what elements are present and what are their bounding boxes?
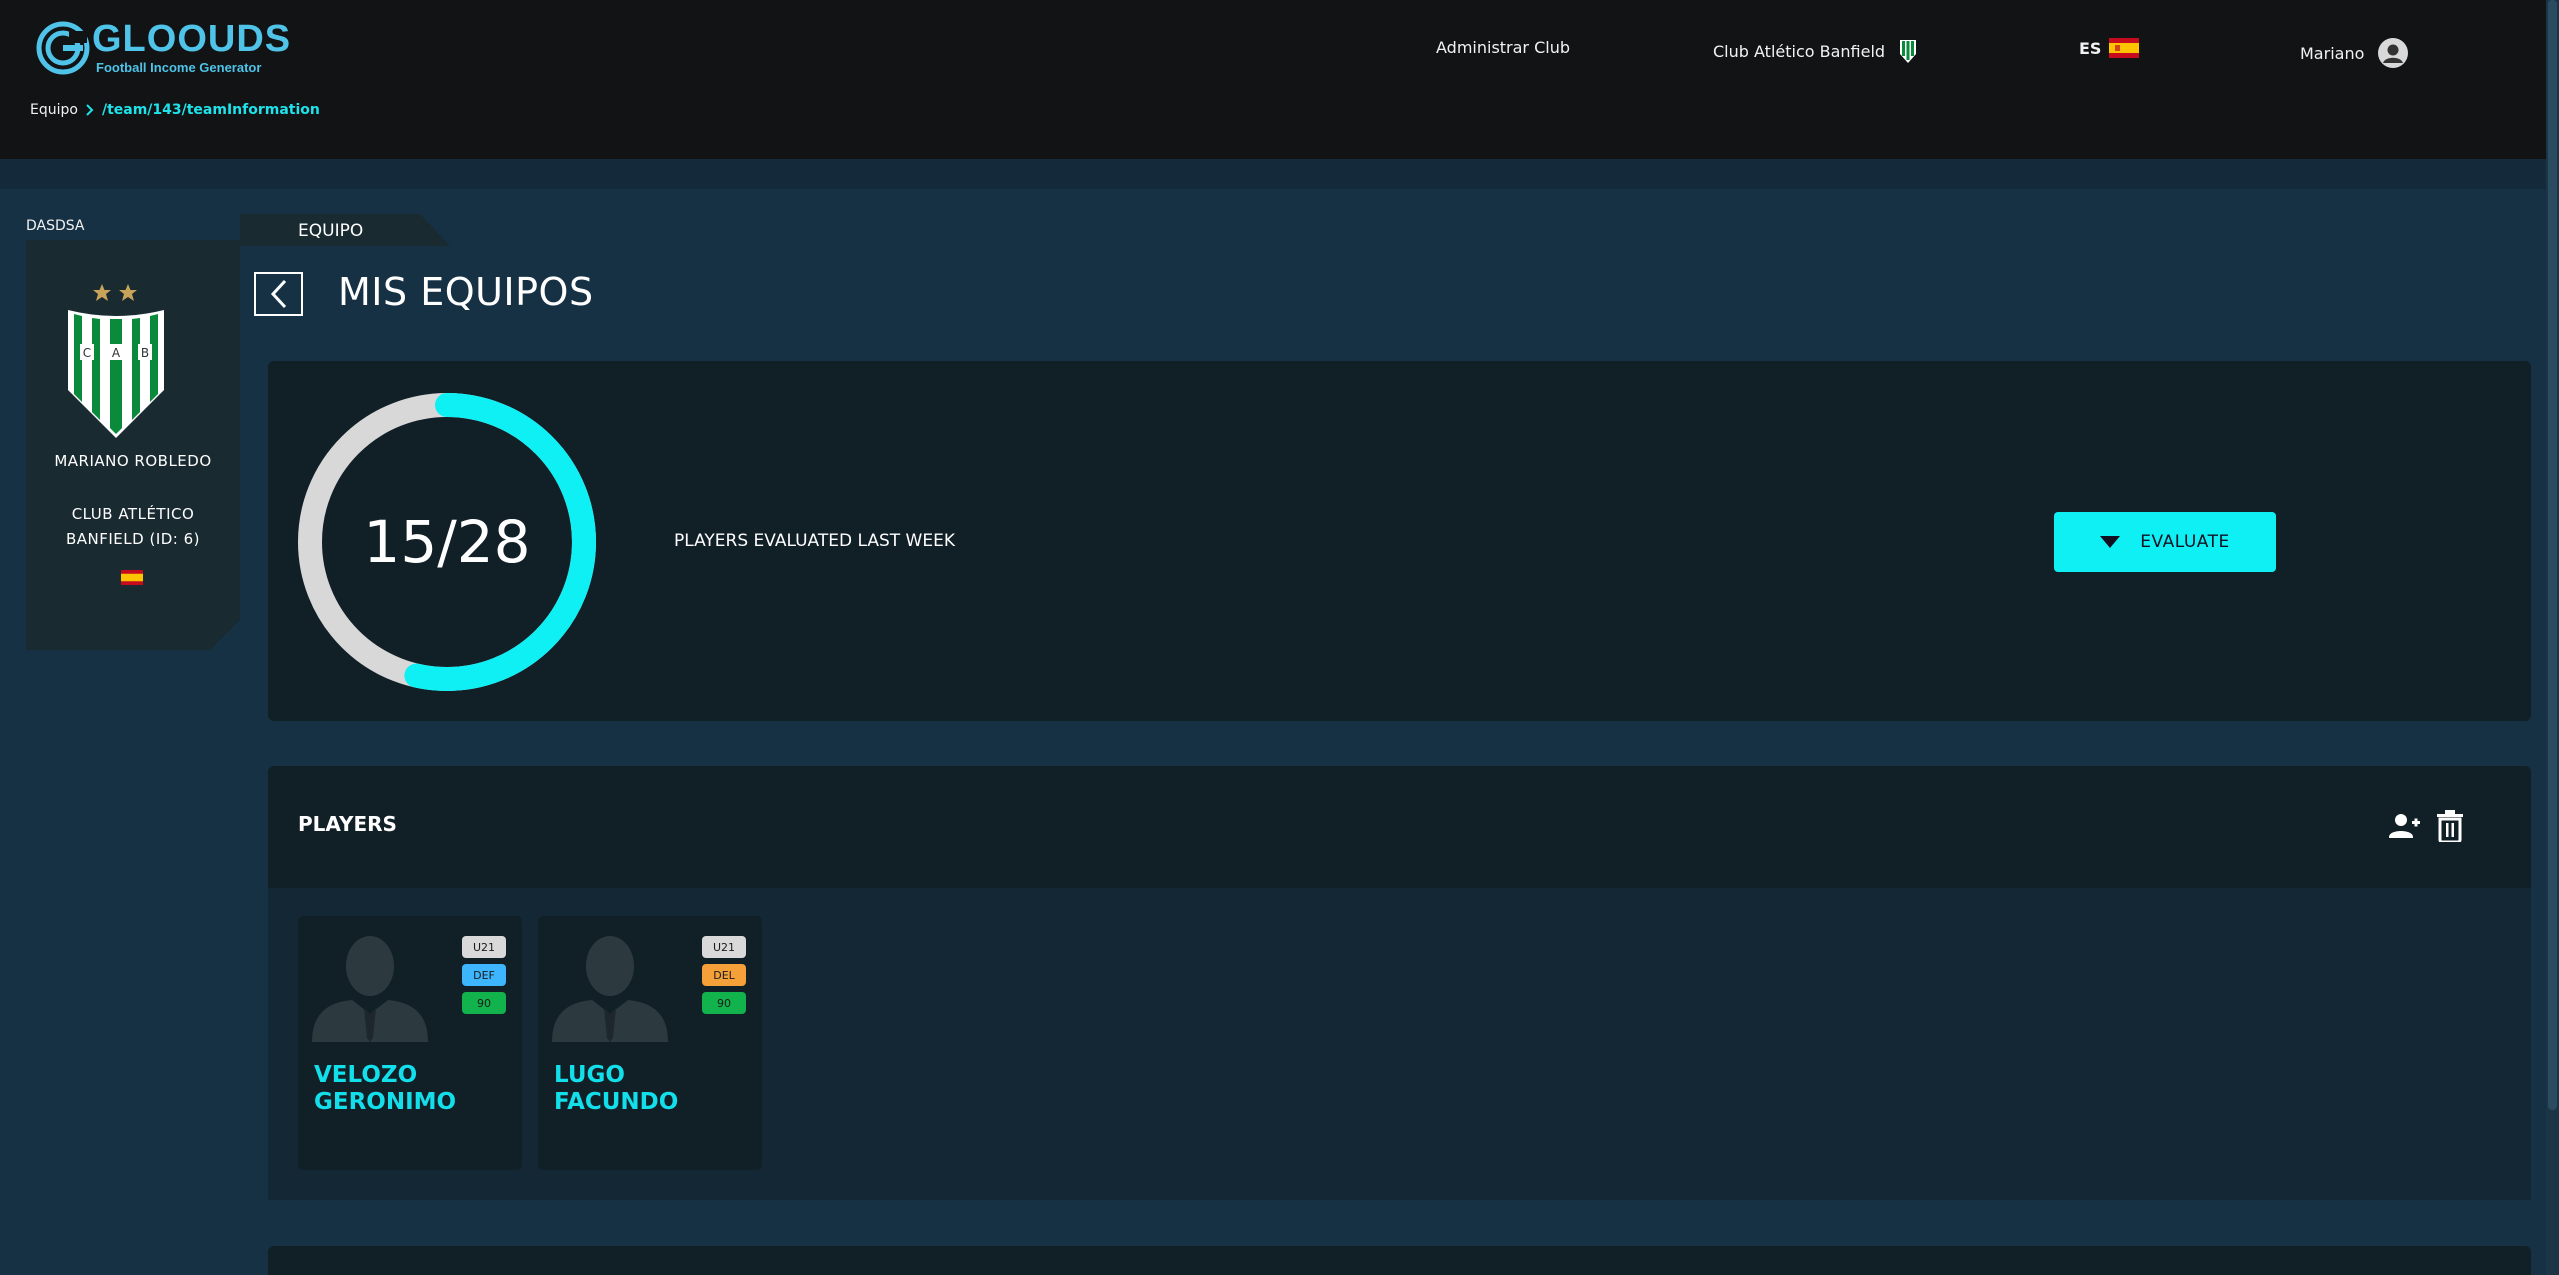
age-badge: U21 bbox=[462, 936, 506, 958]
club-crest-large-icon: C A B bbox=[66, 280, 166, 440]
stats-panel: 15/28 PLAYERS EVALUATED LAST WEEK EVALUA… bbox=[268, 361, 2531, 721]
stats-label: PLAYERS EVALUATED LAST WEEK bbox=[674, 531, 955, 551]
player-badges: U21 DEF 90 bbox=[462, 936, 506, 1014]
trash-icon[interactable] bbox=[2436, 810, 2464, 842]
add-person-icon[interactable] bbox=[2388, 810, 2420, 842]
profile-card: C A B MARIANO ROBLEDO CLUB ATLÉTICO BANF… bbox=[26, 240, 240, 650]
player-name[interactable]: LUGO FACUNDO bbox=[554, 1062, 750, 1116]
breadcrumb: Equipo /team/143/teamInformation bbox=[30, 102, 320, 118]
profile-club: CLUB ATLÉTICO BANFIELD (ID: 6) bbox=[65, 505, 201, 548]
logo-subtitle: Football Income Generator bbox=[96, 60, 262, 75]
nav-club-selector[interactable]: Club Atlético Banfield bbox=[1713, 38, 1917, 64]
evaluate-button[interactable]: EVALUATE bbox=[2054, 512, 2276, 572]
chevron-right-icon bbox=[86, 104, 94, 116]
player-silhouette-icon bbox=[312, 936, 428, 1042]
nav-club-label: Club Atlético Banfield bbox=[1713, 41, 1886, 61]
player-card[interactable]: U21 DEL 90 LUGO FACUNDO bbox=[538, 916, 762, 1170]
position-badge: DEL bbox=[702, 964, 746, 986]
evaluation-count: 15/28 bbox=[363, 508, 531, 576]
chevron-left-icon bbox=[270, 279, 286, 309]
rating-badge: 90 bbox=[702, 992, 746, 1014]
logo-title: GLOOUDS bbox=[92, 18, 292, 60]
nav-lang-label: ES bbox=[2079, 38, 2102, 58]
top-bar: GLOOUDS Football Income Generator Admini… bbox=[0, 0, 2546, 159]
spain-flag-icon bbox=[2109, 38, 2140, 58]
position-badge: DEF bbox=[462, 964, 506, 986]
player-badges: U21 DEL 90 bbox=[702, 936, 746, 1014]
next-panel bbox=[268, 1246, 2531, 1275]
user-tag: DASDSA bbox=[26, 218, 85, 234]
back-button[interactable] bbox=[254, 272, 303, 316]
user-avatar-icon bbox=[2378, 38, 2409, 68]
page-title: MIS EQUIPOS bbox=[338, 270, 594, 314]
evaluate-label: EVALUATE bbox=[2140, 532, 2230, 552]
nav-user-label: Mariano bbox=[2300, 43, 2365, 63]
crest-letter-c: C bbox=[83, 346, 91, 360]
spain-flag-icon bbox=[121, 570, 143, 585]
club-crest-icon bbox=[1900, 40, 1917, 63]
player-card[interactable]: U21 DEF 90 VELOZO GERONIMO bbox=[298, 916, 522, 1170]
nav-admin-club[interactable]: Administrar Club bbox=[1436, 38, 1570, 57]
crest-letter-a: A bbox=[112, 346, 121, 360]
nav-admin-label: Administrar Club bbox=[1436, 38, 1571, 57]
age-badge: U21 bbox=[702, 936, 746, 958]
logo-mark-icon bbox=[36, 21, 90, 74]
nav-user-menu[interactable]: Mariano bbox=[2300, 38, 2409, 68]
crest-letter-b: B bbox=[141, 346, 149, 360]
players-list: U21 DEF 90 VELOZO GERONIMO U21 DEL 90 LU… bbox=[268, 888, 2531, 1200]
tab-equipo-label: EQUIPO bbox=[298, 221, 364, 241]
caret-down-icon bbox=[2100, 536, 2121, 548]
nav-language-selector[interactable]: ES bbox=[2079, 38, 2140, 58]
players-title: PLAYERS bbox=[298, 812, 397, 836]
players-header: PLAYERS bbox=[268, 766, 2531, 888]
profile-name: MARIANO ROBLEDO bbox=[54, 452, 212, 470]
header-band bbox=[0, 159, 2546, 189]
breadcrumb-path[interactable]: /team/143/teamInformation bbox=[102, 102, 320, 118]
player-silhouette-icon bbox=[552, 936, 668, 1042]
rating-badge: 90 bbox=[462, 992, 506, 1014]
breadcrumb-root[interactable]: Equipo bbox=[30, 102, 78, 118]
player-name[interactable]: VELOZO GERONIMO bbox=[314, 1062, 510, 1116]
scrollbar-thumb[interactable] bbox=[2548, 0, 2557, 1110]
logo[interactable]: GLOOUDS Football Income Generator bbox=[36, 20, 291, 75]
tab-equipo[interactable]: EQUIPO bbox=[240, 214, 450, 246]
logo-text: GLOOUDS Football Income Generator bbox=[92, 20, 291, 75]
